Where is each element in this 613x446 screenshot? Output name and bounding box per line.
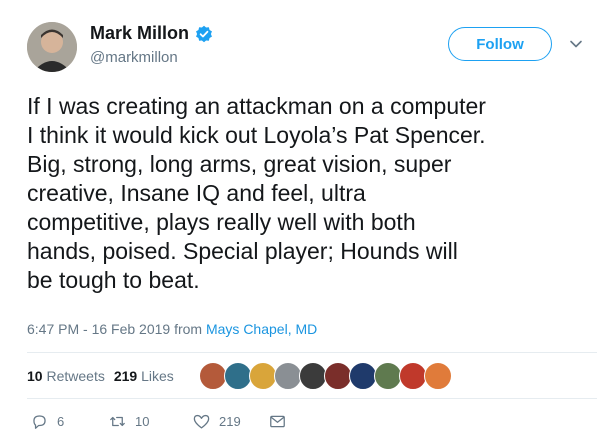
liker-10-avatar[interactable] bbox=[424, 362, 452, 390]
retweets-label: Retweets bbox=[46, 368, 105, 384]
like-button[interactable]: 219 bbox=[192, 412, 241, 431]
liker-4-avatar[interactable] bbox=[274, 362, 302, 390]
reply-count: 6 bbox=[57, 414, 65, 429]
liker-8-avatar[interactable] bbox=[374, 362, 402, 390]
likes-label: Likes bbox=[141, 368, 174, 384]
tweet-location[interactable]: Mays Chapel, MD bbox=[206, 321, 317, 337]
liker-1-avatar[interactable] bbox=[199, 362, 227, 390]
reply-button[interactable]: 6 bbox=[30, 412, 64, 431]
follow-button[interactable]: Follow bbox=[448, 27, 552, 61]
tweet-stats: 10 Retweets 219 Likes bbox=[27, 368, 174, 384]
retweets-stat[interactable]: 10 Retweets bbox=[27, 368, 105, 384]
liker-7-avatar[interactable] bbox=[349, 362, 377, 390]
tweet-meta: 6:47 PM - 16 Feb 2019 from Mays Chapel, … bbox=[27, 321, 317, 337]
retweets-count: 10 bbox=[27, 368, 43, 384]
liker-2-avatar[interactable] bbox=[224, 362, 252, 390]
author-info: Mark Millon @markmillon bbox=[90, 23, 213, 66]
divider bbox=[27, 352, 597, 353]
divider bbox=[27, 398, 597, 399]
direct-message-button[interactable] bbox=[268, 412, 287, 431]
retweet-count: 10 bbox=[135, 414, 150, 429]
envelope-icon bbox=[270, 415, 285, 428]
verified-badge-icon bbox=[195, 25, 213, 43]
author-name[interactable]: Mark Millon bbox=[90, 23, 189, 44]
liker-avatars bbox=[199, 362, 452, 390]
reply-icon bbox=[33, 415, 46, 429]
chevron-down-icon[interactable] bbox=[568, 36, 584, 52]
tweet-text: If I was creating an attackman on a comp… bbox=[27, 93, 486, 293]
liker-9-avatar[interactable] bbox=[399, 362, 427, 390]
likes-count: 219 bbox=[113, 368, 138, 384]
retweet-button[interactable]: 10 bbox=[108, 412, 149, 431]
author-avatar[interactable] bbox=[27, 22, 77, 72]
like-count: 219 bbox=[219, 414, 241, 429]
tweet-timestamp[interactable]: 6:47 PM - 16 Feb 2019 from bbox=[27, 321, 206, 337]
liker-3-avatar[interactable] bbox=[249, 362, 277, 390]
retweet-icon bbox=[110, 416, 125, 427]
liker-5-avatar[interactable] bbox=[299, 362, 327, 390]
tweet-header: Mark Millon @markmillon Follow bbox=[27, 18, 597, 74]
heart-icon bbox=[193, 414, 210, 429]
liker-6-avatar[interactable] bbox=[324, 362, 352, 390]
likes-stat[interactable]: 219 Likes bbox=[114, 368, 174, 384]
user-avatar-icon bbox=[27, 22, 77, 72]
author-handle[interactable]: @markmillon bbox=[90, 49, 213, 66]
